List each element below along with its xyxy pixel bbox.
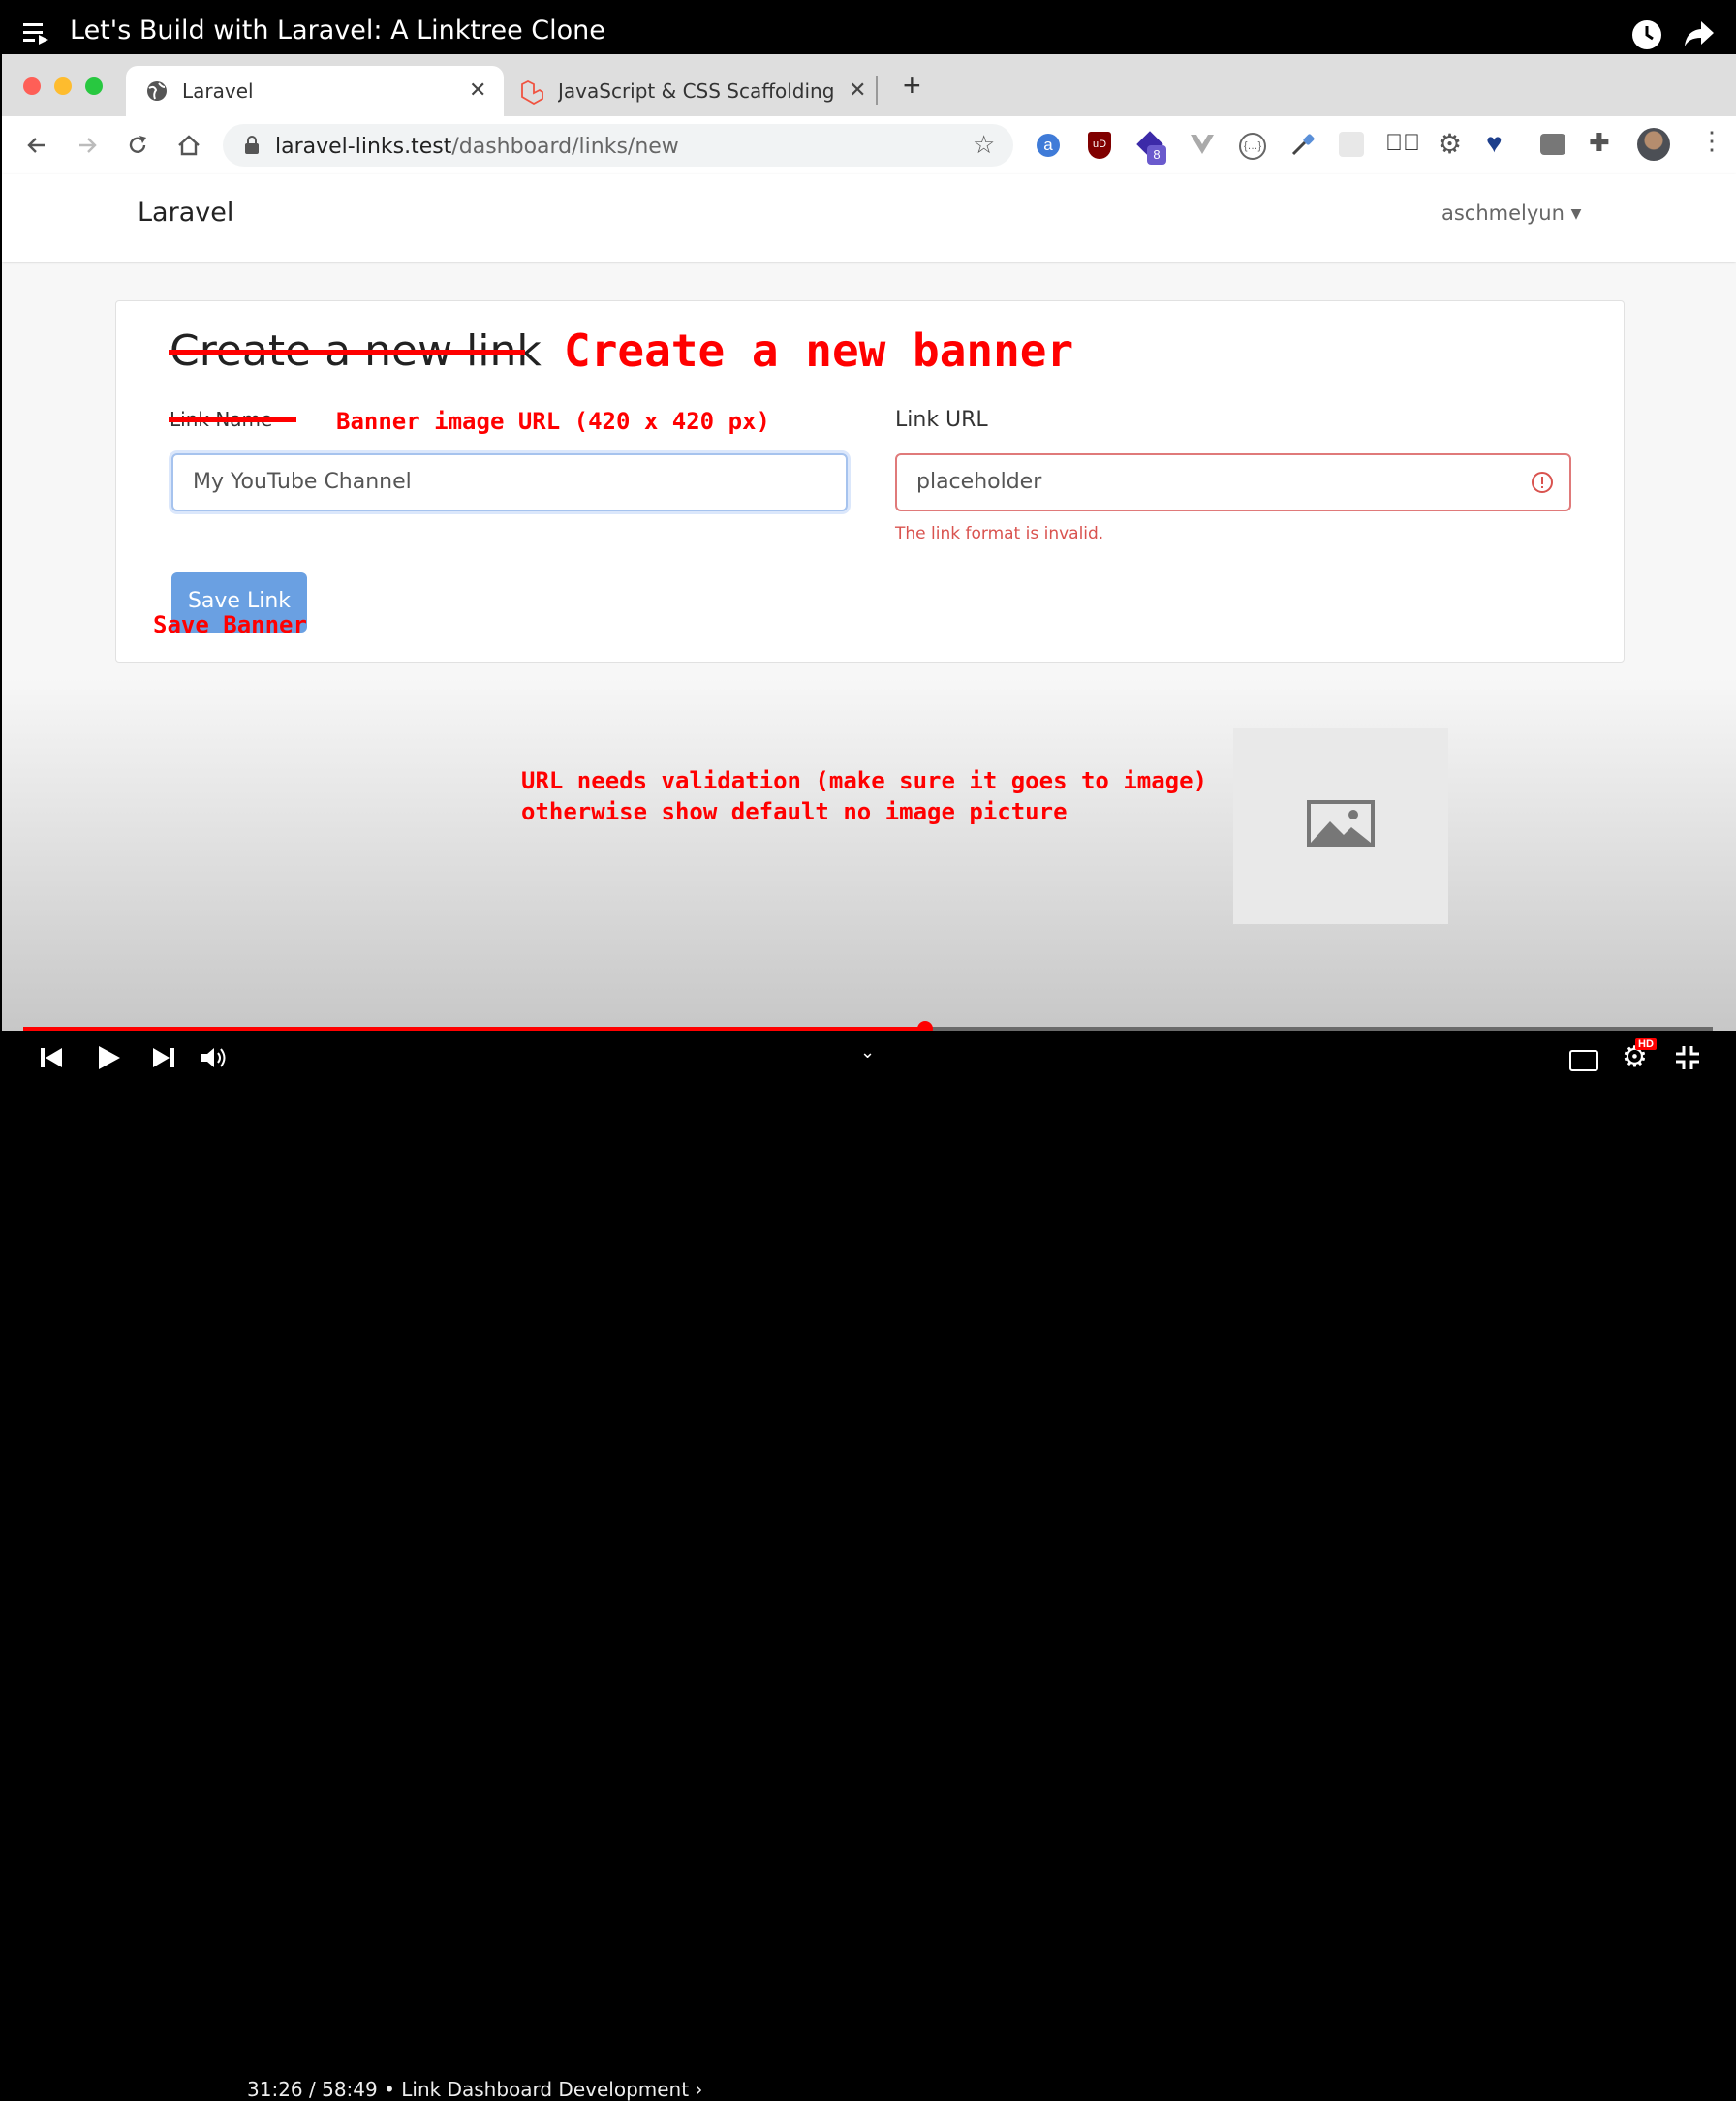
tab-label: JavaScript & CSS Scaffolding - xyxy=(558,79,839,103)
browser-toolbar: laravel-links.test/dashboard/links/new ☆… xyxy=(2,116,1736,175)
user-name: aschmelyun xyxy=(1442,201,1565,225)
profile-avatar[interactable] xyxy=(1637,128,1670,161)
time-readout: 31:26 / 58:49 xyxy=(247,2078,378,2101)
label-strikethrough xyxy=(169,417,296,422)
bookmark-star-icon[interactable]: ☆ xyxy=(973,130,995,160)
audio-extension-icon[interactable]: ◀᪲ xyxy=(1385,130,1420,157)
annotation-save: Save Banner xyxy=(153,611,307,638)
tab-divider xyxy=(876,76,878,105)
chapter-title: • Link Dashboard Development › xyxy=(384,2078,703,2101)
vue-devtools-icon[interactable] xyxy=(1190,134,1215,155)
form-card: Create a new link Create a new banner Li… xyxy=(115,300,1625,663)
react-devtools-icon[interactable] xyxy=(1339,132,1364,157)
video-time-and-chapter[interactable]: 31:26 / 58:49 • Link Dashboard Developme… xyxy=(247,2078,702,2101)
previous-icon[interactable] xyxy=(41,1048,62,1067)
url-error-message: The link format is invalid. xyxy=(895,524,1104,543)
color-picker-icon[interactable] xyxy=(1290,132,1316,157)
app-brand[interactable]: Laravel xyxy=(138,198,233,228)
heart-extension-icon[interactable]: ♥ xyxy=(1486,128,1503,159)
tab-label: Laravel xyxy=(182,79,254,103)
url-text[interactable]: laravel-links.test/dashboard/links/new xyxy=(275,135,679,159)
video-controls: 31:26 / 58:49 • Link Dashboard Developme… xyxy=(0,1031,1736,2101)
subtitles-icon[interactable] xyxy=(1569,1050,1598,1071)
caret-down-icon: ▼ xyxy=(1570,206,1582,222)
annotation-note-line2: otherwise show default no image picture xyxy=(521,798,1068,825)
link-name-input[interactable]: My YouTube Channel xyxy=(171,453,848,511)
extension-a-icon[interactable]: a xyxy=(1037,134,1060,157)
back-icon[interactable] xyxy=(25,134,48,157)
playlist-icon[interactable] xyxy=(23,21,50,45)
annotation-name-label: Banner image URL (420 x 420 px) xyxy=(336,408,770,435)
share-icon[interactable] xyxy=(1684,19,1715,48)
extension-badge: 8 xyxy=(1147,145,1166,165)
annotation-heading: Create a new banner xyxy=(564,324,1074,377)
browser-window: Laravel ✕ JavaScript & CSS Scaffolding -… xyxy=(2,54,1736,1031)
close-tab-icon[interactable]: ✕ xyxy=(469,77,486,103)
home-icon[interactable] xyxy=(176,133,202,158)
tab-scaffolding[interactable]: JavaScript & CSS Scaffolding - ✕ xyxy=(508,66,876,116)
lock-icon[interactable] xyxy=(244,136,260,155)
ublock-icon[interactable]: uD xyxy=(1088,132,1111,159)
settings-extension-icon[interactable]: ⚙ xyxy=(1438,128,1462,160)
tab-laravel[interactable]: Laravel ✕ xyxy=(126,66,504,116)
hd-badge: HD xyxy=(1635,1038,1657,1050)
browser-menu-icon[interactable]: ⋮ xyxy=(1699,126,1724,156)
laravel-logo-icon xyxy=(521,79,543,105)
watch-later-icon[interactable] xyxy=(1631,19,1662,50)
image-icon xyxy=(1307,800,1375,847)
new-tab-icon[interactable]: + xyxy=(903,68,921,104)
user-menu[interactable]: aschmelyun ▼ xyxy=(1442,201,1581,225)
close-tab-icon[interactable]: ✕ xyxy=(849,77,866,103)
no-image-placeholder xyxy=(1233,728,1448,924)
play-icon[interactable] xyxy=(97,1046,120,1069)
forward-icon[interactable] xyxy=(76,134,99,157)
volume-icon[interactable] xyxy=(202,1046,229,1069)
tab-window-icon[interactable] xyxy=(1540,134,1566,155)
next-icon[interactable] xyxy=(153,1048,174,1067)
json-viewer-icon[interactable]: {…} xyxy=(1239,133,1266,160)
video-title[interactable]: Let's Build with Laravel: A Linktree Clo… xyxy=(70,15,605,46)
video-title-bar: Let's Build with Laravel: A Linktree Clo… xyxy=(0,0,1736,54)
link-url-label: Link URL xyxy=(895,408,988,432)
web-page: Laravel aschmelyun ▼ Create a new link C… xyxy=(2,174,1736,1031)
minimize-window-button[interactable] xyxy=(54,77,72,95)
link-name-value: My YouTube Channel xyxy=(193,470,412,494)
heading-strikethrough xyxy=(169,350,525,355)
link-url-value: placeholder xyxy=(916,470,1042,494)
address-bar[interactable]: laravel-links.test/dashboard/links/new ☆ xyxy=(223,124,1013,167)
chevron-down-icon[interactable]: ⌄ xyxy=(860,1042,875,1063)
app-navbar: Laravel aschmelyun ▼ xyxy=(2,174,1736,262)
exit-fullscreen-icon[interactable] xyxy=(1676,1046,1699,1069)
error-icon xyxy=(1532,472,1553,493)
globe-icon xyxy=(147,81,167,101)
reload-icon[interactable] xyxy=(126,134,149,157)
maximize-window-button[interactable] xyxy=(85,77,103,95)
puzzle-extensions-icon[interactable]: ✚ xyxy=(1589,128,1610,158)
link-url-input[interactable]: placeholder xyxy=(895,453,1571,511)
annotation-note-line1: URL needs validation (make sure it goes … xyxy=(521,767,1208,794)
close-window-button[interactable] xyxy=(23,77,41,95)
tab-strip: Laravel ✕ JavaScript & CSS Scaffolding -… xyxy=(2,54,1736,116)
